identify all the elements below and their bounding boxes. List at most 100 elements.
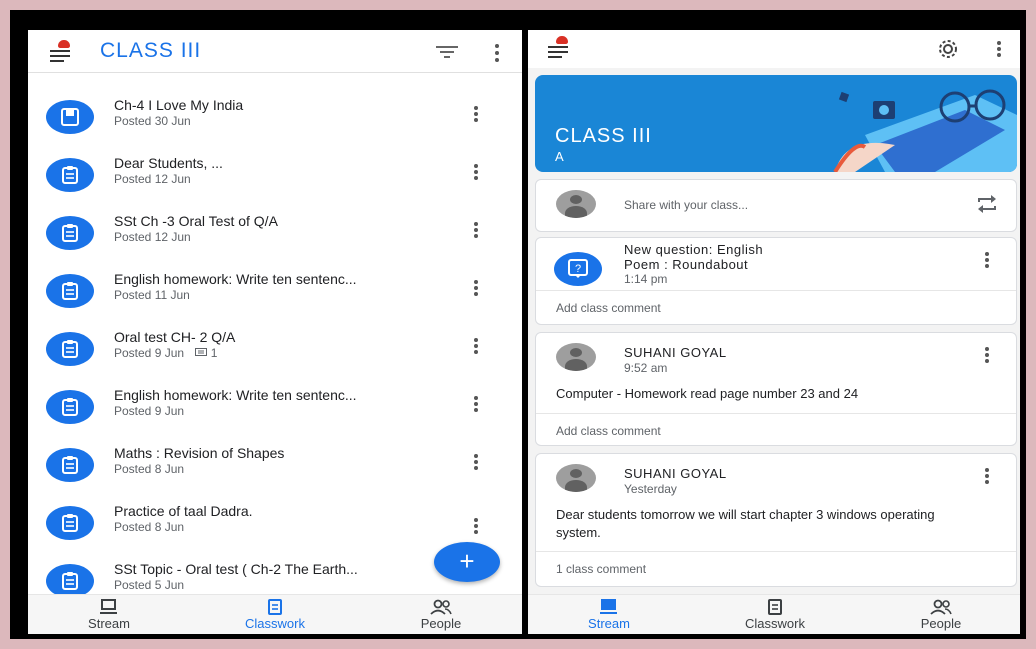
nav-classwork-label: Classwork (245, 616, 305, 631)
nav-people[interactable]: People (386, 599, 496, 631)
post-card[interactable]: SUHANI GOYAL Yesterday Dear students tom… (535, 453, 1017, 587)
item-title: English homework: Write ten sentenc... (114, 271, 357, 287)
post-card[interactable]: SUHANI GOYAL 9:52 am Computer - Homework… (535, 332, 1017, 446)
card-more-icon[interactable] (984, 252, 990, 270)
assignment-icon (46, 332, 94, 366)
item-more-icon[interactable] (473, 338, 479, 356)
stream-screen: CLASS III A Share with your class... ? N… (528, 30, 1020, 634)
list-item[interactable]: Maths : Revision of Shapes Posted 8 Jun (28, 445, 522, 503)
post-time: Yesterday (624, 482, 677, 496)
appbar-divider (28, 72, 522, 73)
repost-icon[interactable] (976, 194, 998, 214)
assignment-icon (46, 506, 94, 540)
assignment-icon (46, 158, 94, 192)
item-date-text: Posted 9 Jun (114, 346, 185, 360)
item-more-icon[interactable] (473, 164, 479, 182)
item-date: Posted 12 Jun (114, 172, 191, 186)
share-box[interactable]: Share with your class... (535, 179, 1017, 232)
item-title: Maths : Revision of Shapes (114, 445, 285, 461)
item-title: Practice of taal Dadra. (114, 503, 253, 519)
card-more-icon[interactable] (984, 347, 990, 365)
nav-stream-label: Stream (88, 616, 130, 631)
add-comment-link[interactable]: Add class comment (556, 424, 661, 438)
item-date: Posted 12 Jun (114, 230, 191, 244)
more-options-icon[interactable] (996, 41, 1002, 59)
bottom-navigation: Stream Classwork People (528, 594, 1020, 634)
item-date: Posted 9 Jun 1 (114, 346, 217, 360)
item-date: Posted 11 Jun (114, 288, 190, 302)
question-icon: ? (554, 252, 602, 286)
question-time: 1:14 pm (624, 272, 668, 286)
assignment-icon (46, 390, 94, 424)
nav-people-label: People (420, 616, 462, 631)
post-time: 9:52 am (624, 361, 668, 375)
question-subtitle: Poem : Roundabout (624, 257, 749, 272)
item-more-icon[interactable] (473, 106, 479, 124)
question-title: New question: English (624, 242, 764, 257)
item-date: Posted 8 Jun (114, 462, 185, 476)
post-body: Computer - Homework read page number 23 … (556, 386, 859, 401)
item-date: Posted 30 Jun (114, 114, 191, 128)
avatar (556, 190, 596, 218)
nav-stream[interactable]: Stream (554, 599, 664, 631)
question-card[interactable]: ? New question: English Poem : Roundabou… (535, 237, 1017, 325)
item-date: Posted 8 Jun (114, 520, 185, 534)
avatar (556, 343, 596, 371)
menu-icon[interactable] (50, 40, 74, 62)
create-fab-button[interactable]: + (434, 542, 500, 582)
assignment-icon (46, 216, 94, 250)
classwork-icon (768, 599, 782, 615)
banner-section: A (555, 149, 564, 164)
top-app-bar: CLASS III (28, 30, 522, 72)
item-title: SSt Ch -3 Oral Test of Q/A (114, 213, 278, 229)
item-title: SSt Topic - Oral test ( Ch-2 The Earth..… (114, 561, 358, 577)
post-body: Dear students tomorrow we will start cha… (556, 507, 935, 540)
card-more-icon[interactable] (984, 468, 990, 486)
list-item[interactable]: Ch-4 I Love My India Posted 30 Jun (28, 97, 522, 155)
item-more-icon[interactable] (473, 454, 479, 472)
item-more-icon[interactable] (473, 222, 479, 240)
svg-text:?: ? (575, 263, 581, 275)
nav-people[interactable]: People (886, 599, 996, 631)
item-title: Ch-4 I Love My India (114, 97, 244, 113)
stream-icon (600, 599, 617, 614)
nav-people-label: People (920, 616, 962, 631)
nav-stream-label: Stream (588, 616, 630, 631)
item-more-icon[interactable] (473, 518, 479, 536)
nav-classwork[interactable]: Classwork (720, 599, 830, 631)
class-banner[interactable]: CLASS III A (535, 75, 1017, 172)
classwork-icon (268, 599, 282, 615)
classwork-screen: CLASS III Ch-4 I Love My India Posted 30… (28, 30, 522, 634)
post-author: SUHANI GOYAL (624, 466, 727, 481)
item-date: Posted 9 Jun (114, 404, 185, 418)
item-title: Dear Students, ... (114, 155, 223, 171)
class-title: CLASS III (100, 39, 202, 62)
menu-icon[interactable] (548, 36, 572, 58)
nav-stream[interactable]: Stream (54, 599, 164, 631)
filter-icon[interactable] (436, 46, 458, 60)
list-item[interactable]: English homework: Write ten sentenc... P… (28, 387, 522, 445)
add-comment-link[interactable]: Add class comment (556, 301, 661, 315)
share-input[interactable]: Share with your class... (624, 198, 748, 212)
people-icon (430, 599, 452, 615)
list-item[interactable]: SSt Ch -3 Oral Test of Q/A Posted 12 Jun (28, 213, 522, 271)
stream-icon (100, 599, 117, 614)
avatar (556, 464, 596, 492)
item-more-icon[interactable] (473, 280, 479, 298)
nav-classwork[interactable]: Classwork (220, 599, 330, 631)
comment-icon (195, 348, 208, 356)
banner-class-name: CLASS III (555, 125, 652, 147)
notification-dot (58, 40, 70, 48)
list-item[interactable]: English homework: Write ten sentenc... P… (28, 271, 522, 329)
class-comments-link[interactable]: 1 class comment (556, 562, 646, 576)
list-item[interactable]: Dear Students, ... Posted 12 Jun (28, 155, 522, 213)
assignment-icon (46, 274, 94, 308)
people-icon (930, 599, 952, 615)
more-options-icon[interactable] (494, 44, 500, 62)
assignment-icon (46, 448, 94, 482)
notification-dot (556, 36, 568, 44)
item-more-icon[interactable] (473, 396, 479, 414)
list-item[interactable]: Oral test CH- 2 Q/A Posted 9 Jun 1 (28, 329, 522, 387)
nav-classwork-label: Classwork (745, 616, 805, 631)
gear-icon[interactable] (936, 39, 960, 59)
